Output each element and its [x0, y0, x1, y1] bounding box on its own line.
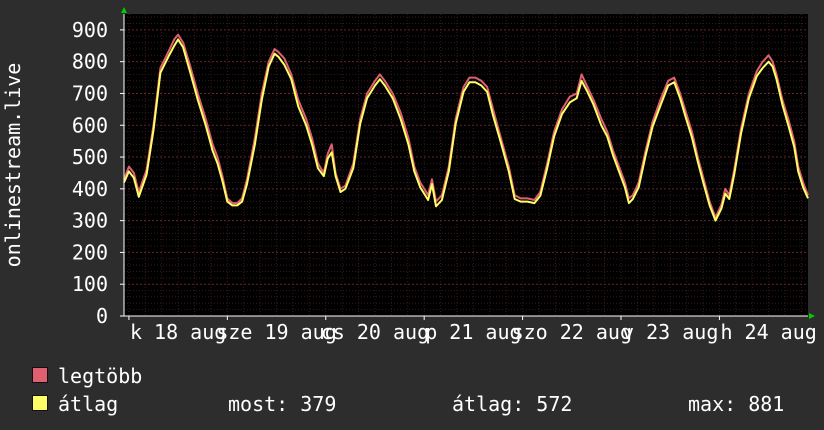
- x-tick-label: sze 19 aug: [216, 320, 336, 344]
- y-tick-label: 900: [72, 18, 108, 42]
- y-tick-label: 0: [96, 304, 108, 328]
- y-tick-label: 300: [72, 209, 108, 233]
- legend-label-max: legtöbb: [58, 364, 143, 388]
- stat-max: max: 881: [688, 392, 785, 416]
- y-tick-label: 700: [72, 81, 108, 105]
- y-axis-arrow-icon: [121, 7, 127, 13]
- legend: legtöbb átlag most: 379 átlag: 572 max: …: [32, 362, 812, 418]
- x-tick-label: h 24 aug: [720, 320, 816, 344]
- stat-average: átlag: 572: [452, 392, 573, 416]
- x-axis-ticks: k 18 augsze 19 augcs 20 augp 21 augszo 2…: [128, 316, 817, 344]
- legend-item-max: legtöbb: [32, 362, 812, 390]
- stat-current: most: 379: [228, 392, 337, 416]
- legend-item-avg: átlag most: 379 átlag: 572 max: 881: [32, 390, 812, 418]
- plot-background: [124, 14, 808, 316]
- y-tick-label: 400: [72, 177, 108, 201]
- x-axis-arrow-icon: [809, 313, 815, 319]
- x-tick-label: k 18 aug: [130, 320, 226, 344]
- x-tick-label: cs 20 aug: [321, 320, 429, 344]
- x-tick-label: v 23 aug: [622, 320, 718, 344]
- legend-swatch-avg: [32, 395, 48, 411]
- chart: 0 100 200 300 400 500 600 700 800 900 k 18 augsze…: [1, 7, 817, 344]
- x-tick-label: p 21 aug: [425, 320, 521, 344]
- legend-label-avg: átlag: [58, 392, 119, 416]
- y-axis-ticks: 0 100 200 300 400 500 600 700 800 900: [72, 18, 124, 328]
- y-tick-label: 600: [72, 113, 108, 137]
- y-axis-label: onlinestream.live: [1, 63, 25, 268]
- legend-swatch-max: [32, 367, 48, 383]
- x-tick-label: szo 22 aug: [512, 320, 632, 344]
- y-tick-label: 100: [72, 272, 108, 296]
- y-tick-label: 800: [72, 50, 108, 74]
- y-tick-label: 500: [72, 145, 108, 169]
- y-tick-label: 200: [72, 240, 108, 264]
